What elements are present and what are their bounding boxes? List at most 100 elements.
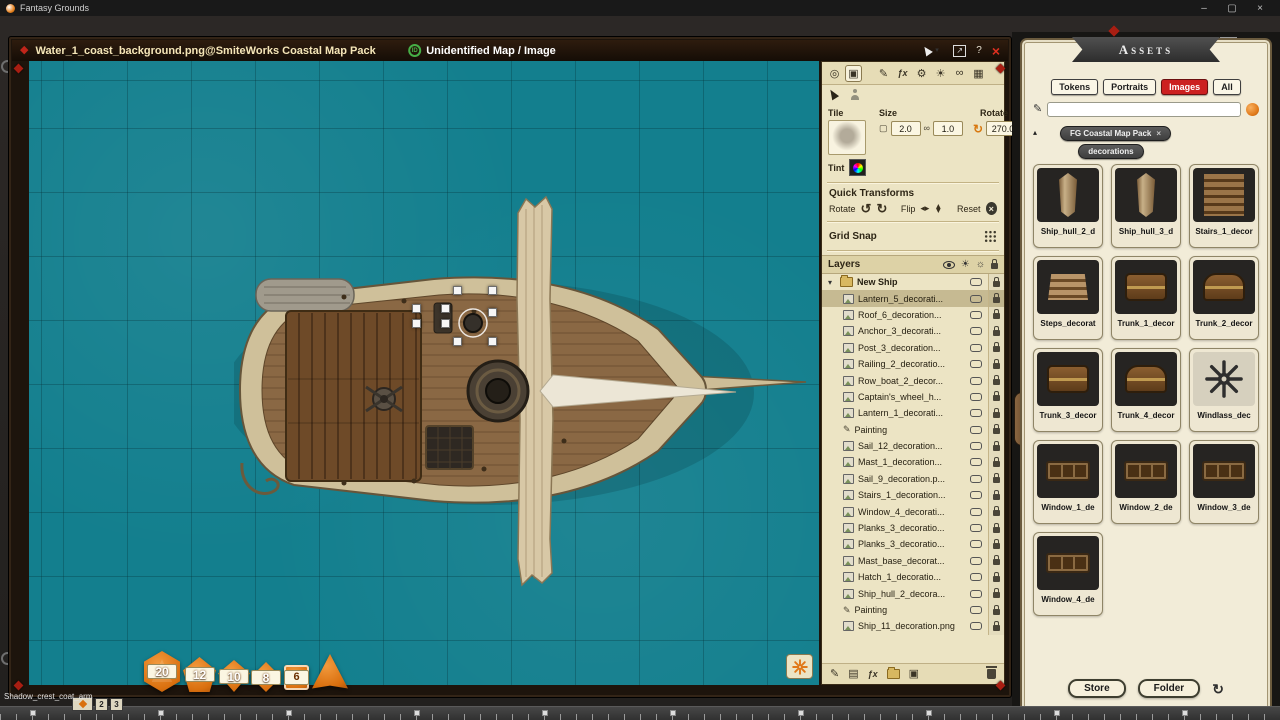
tab-images[interactable]: Images — [1161, 79, 1208, 95]
lock-column[interactable] — [988, 520, 1004, 536]
layer-row[interactable]: Row_boat_2_decor... — [822, 372, 1004, 388]
lock-column[interactable] — [988, 356, 1004, 372]
asset-card[interactable]: Trunk_4_decor — [1111, 348, 1181, 432]
asset-card[interactable]: Window_1_de — [1033, 440, 1103, 524]
pan-view-icon[interactable]: ◎ — [826, 65, 843, 82]
flip-horizontal-icon[interactable]: ◂▸ — [920, 203, 929, 214]
link-icon[interactable]: ∞ — [951, 65, 968, 82]
visibility-eye-icon[interactable] — [943, 261, 955, 269]
link-icon[interactable] — [970, 426, 982, 434]
link-icon[interactable] — [970, 344, 982, 352]
ruler-marker[interactable] — [926, 710, 932, 716]
tile-thumbnail[interactable] — [828, 120, 866, 155]
lock-column[interactable] — [988, 274, 1004, 290]
layer-row[interactable]: Post_3_decoration... — [822, 340, 1004, 356]
link-icon[interactable] — [970, 360, 982, 368]
lock-column[interactable] — [988, 536, 1004, 552]
effects-icon[interactable]: ƒx — [868, 670, 878, 679]
asset-card[interactable]: Window_3_de — [1189, 440, 1259, 524]
select-cursor-icon[interactable] — [827, 88, 839, 101]
link-icon[interactable] — [970, 524, 982, 532]
breadcrumb-chip[interactable]: FG Coastal Map Pack× — [1060, 126, 1171, 141]
layer-row[interactable]: Roof_6_decoration... — [822, 307, 1004, 323]
layer-row[interactable]: Captain's_wheel_h... — [822, 389, 1004, 405]
tab-tokens[interactable]: Tokens — [1051, 79, 1098, 95]
minimize-button[interactable]: – — [1190, 0, 1218, 16]
selection-handle[interactable] — [453, 337, 462, 346]
selection-handle[interactable] — [412, 304, 421, 313]
link-icon[interactable] — [970, 540, 982, 548]
link-icon[interactable] — [970, 491, 982, 499]
lock-column[interactable] — [988, 389, 1004, 405]
paint-icon[interactable]: ✎ — [875, 65, 892, 82]
die-d20[interactable]: 20 — [142, 651, 182, 692]
link-icon[interactable] — [970, 327, 982, 335]
rotate-ccw-icon[interactable]: ↺ — [861, 202, 872, 215]
die-d10[interactable]: 10 — [218, 660, 250, 692]
breadcrumb-chip[interactable]: decorations — [1078, 144, 1143, 159]
lock-column[interactable] — [988, 454, 1004, 470]
layer-row[interactable]: Lantern_1_decorati... — [822, 405, 1004, 421]
layer-row[interactable]: Sail_12_decoration... — [822, 438, 1004, 454]
popout-icon[interactable]: ↗ — [953, 45, 966, 57]
lock-column[interactable] — [988, 340, 1004, 356]
lock-column[interactable] — [988, 618, 1004, 634]
rotate-cw-icon[interactable]: ↻ — [876, 202, 887, 215]
lock-column[interactable] — [988, 307, 1004, 323]
lock-column[interactable] — [988, 405, 1004, 421]
asset-card[interactable]: Trunk_1_decor — [1111, 256, 1181, 340]
lock-column[interactable] — [988, 372, 1004, 388]
reset-transform-icon[interactable]: × — [986, 202, 997, 215]
link-icon[interactable] — [970, 622, 982, 630]
flip-vertical-icon[interactable]: ◂▸ — [933, 204, 944, 213]
layer-row[interactable]: Mast_base_decorat... — [822, 553, 1004, 569]
asset-card[interactable]: Stairs_1_decor — [1189, 164, 1259, 248]
layers-icon[interactable]: ▣ — [845, 65, 862, 82]
ruler-marker[interactable] — [798, 710, 804, 716]
asset-card[interactable]: Steps_decorat — [1033, 256, 1103, 340]
layer-row[interactable]: ✎Painting — [822, 602, 1004, 618]
store-button[interactable]: Store — [1068, 679, 1126, 698]
map-canvas[interactable] — [29, 61, 819, 685]
hotbar-slot-2[interactable]: 2 — [95, 698, 108, 711]
layer-row[interactable]: Mast_1_decoration... — [822, 454, 1004, 470]
link-icon[interactable] — [970, 606, 982, 614]
asset-card[interactable]: Window_4_de — [1033, 532, 1103, 616]
layer-row[interactable]: Window_4_decorati... — [822, 503, 1004, 519]
link-icon[interactable] — [970, 442, 982, 450]
settings-icon[interactable]: ⚙ — [913, 65, 930, 82]
layer-row[interactable]: ▾New Ship — [822, 274, 1004, 290]
selection-handle[interactable] — [441, 304, 450, 313]
selection-handle[interactable] — [488, 286, 497, 295]
link-icon[interactable] — [970, 590, 982, 598]
selection-handle[interactable] — [412, 319, 421, 328]
tab-portraits[interactable]: Portraits — [1103, 79, 1156, 95]
chevron-down-icon[interactable]: ▾ — [935, 47, 943, 54]
selection-handle[interactable] — [453, 286, 462, 295]
layer-row[interactable]: Hatch_1_decoratio... — [822, 569, 1004, 585]
grid-table-icon[interactable]: ▦ — [970, 65, 987, 82]
layer-row[interactable]: Planks_3_decoratio... — [822, 520, 1004, 536]
link-icon[interactable] — [970, 393, 982, 401]
ruler-marker[interactable] — [542, 710, 548, 716]
lock-column[interactable] — [988, 585, 1004, 601]
pointer-mode-icon[interactable] — [921, 45, 933, 57]
ruler-marker[interactable] — [158, 710, 164, 716]
lock-column[interactable] — [988, 602, 1004, 618]
ruler-marker[interactable] — [670, 710, 676, 716]
die-d6[interactable]: 6 — [284, 665, 309, 690]
layer-row[interactable]: Sail_9_decoration.p... — [822, 471, 1004, 487]
rotate-value-icon[interactable]: ↻ — [973, 123, 983, 135]
lock-column[interactable] — [988, 569, 1004, 585]
die-d4[interactable] — [312, 654, 348, 690]
link-icon[interactable] — [970, 573, 982, 581]
link-dimensions-icon[interactable]: ∞ — [924, 124, 930, 133]
pointer-tools-button[interactable] — [786, 654, 813, 679]
selection-handle[interactable] — [488, 308, 497, 317]
close-icon[interactable]: × — [1156, 129, 1161, 138]
ruler-marker[interactable] — [1054, 710, 1060, 716]
folder-button[interactable]: Folder — [1138, 679, 1201, 698]
effects-icon[interactable]: ƒx — [894, 65, 911, 82]
ship-image[interactable] — [234, 179, 814, 599]
ruler-marker[interactable] — [30, 710, 36, 716]
